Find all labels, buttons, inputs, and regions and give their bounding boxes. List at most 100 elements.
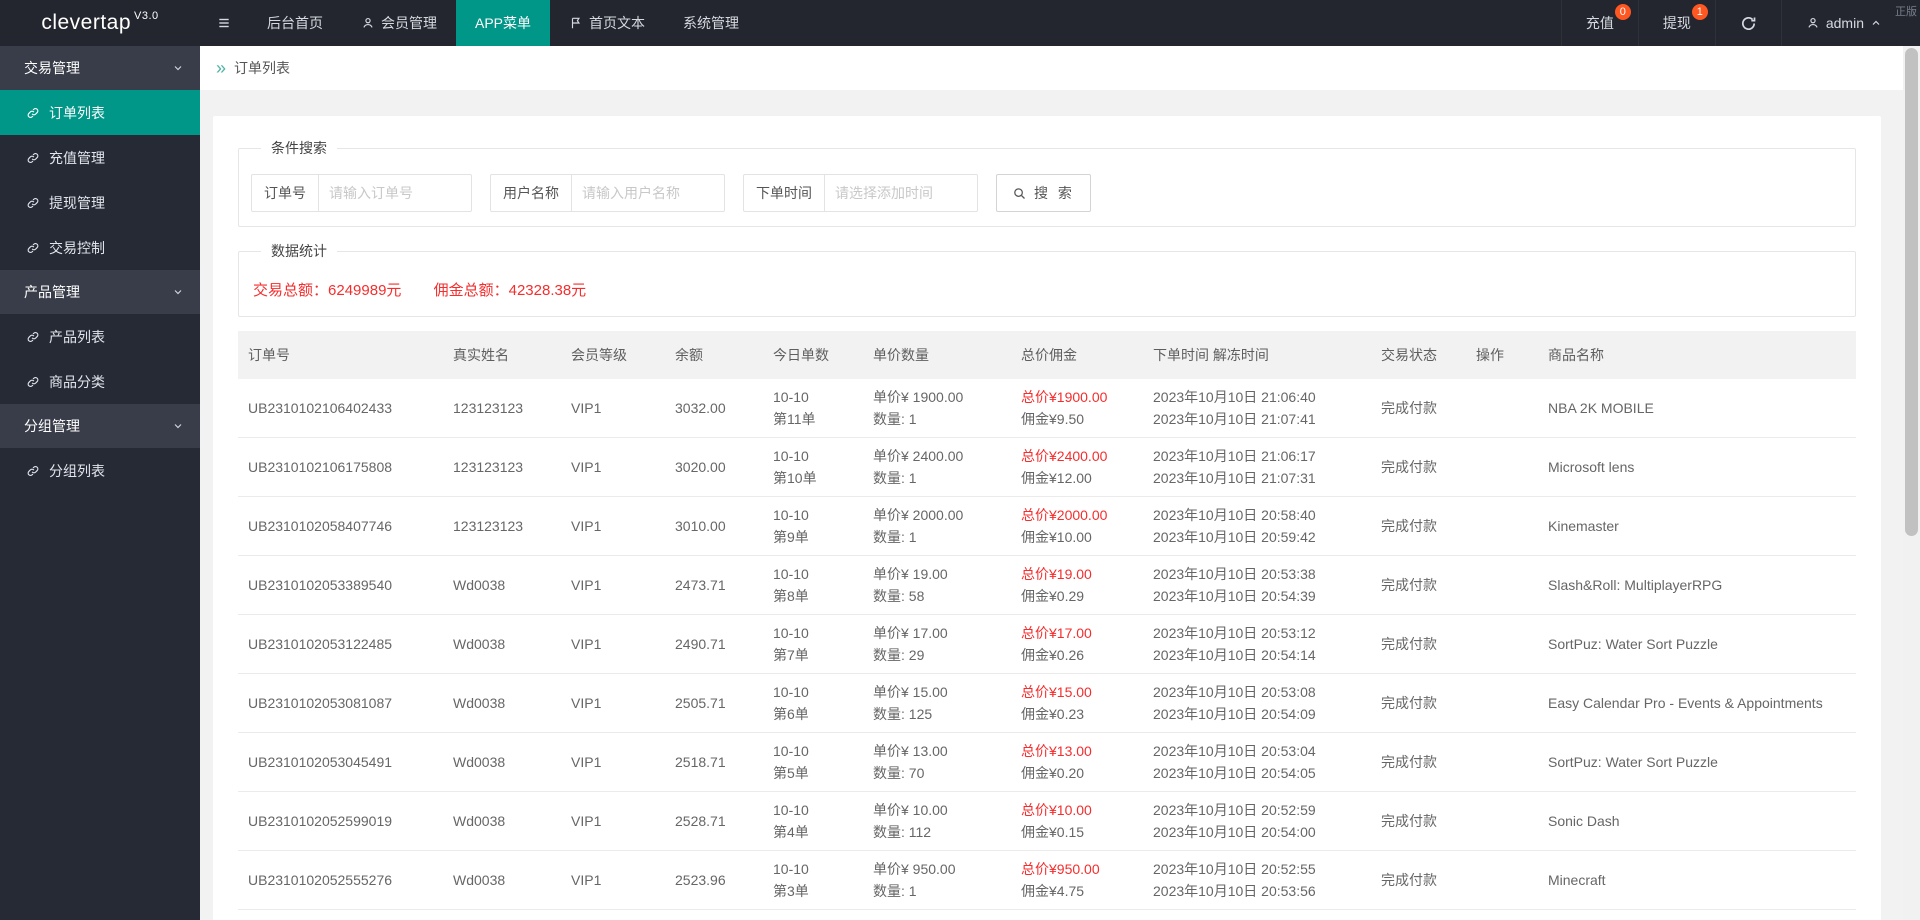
cell-total-commission: 总价¥2000.00 佣金¥10.00 (1011, 496, 1143, 556)
nav-item-app-menu[interactable]: APP菜单 (456, 0, 551, 46)
cell-real-name: Wd0038 (443, 555, 561, 615)
nav-item-system[interactable]: 系统管理 (664, 0, 758, 46)
menu-group-trade[interactable]: 交易管理 (0, 46, 200, 90)
cell-price-quantity: 单价¥ 1900.00 数量: 1 (863, 379, 1011, 438)
link-icon (26, 151, 40, 165)
username-input[interactable] (572, 175, 724, 211)
cell-vip-level: VIP1 (561, 909, 665, 920)
cell-balance: 2505.71 (665, 673, 763, 733)
cell-status: 完成付款 (1371, 614, 1466, 674)
trade-total-value: 6249989元 (328, 282, 402, 299)
cell-action (1466, 673, 1538, 733)
sidebar-item-product-list[interactable]: 产品列表 (0, 314, 200, 359)
sidebar-item-trade-control[interactable]: 交易控制 (0, 225, 200, 270)
menu-group-grouping[interactable]: 分组管理 (0, 404, 200, 448)
column-header: 总价佣金 (1011, 331, 1143, 379)
content-card: 条件搜索 订单号 用户名称 下单时间 搜 索 数据统计 (213, 116, 1881, 920)
cell-total-commission: 总价¥950.00 佣金¥4.75 (1011, 850, 1143, 910)
withdraw-button[interactable]: 提现 1 (1637, 0, 1715, 46)
nav-item-members[interactable]: 会员管理 (342, 0, 456, 46)
cell-action (1466, 909, 1538, 920)
table-row: UB2310102058407746 123123123 VIP1 3010.0… (238, 496, 1856, 556)
cell-today-orders: 10-10 第3单 (763, 850, 863, 910)
stats-legend: 数据统计 (271, 243, 327, 259)
cell-total-commission: 总价¥2400.00 佣金¥12.00 (1011, 437, 1143, 497)
chevron-up-icon (1870, 17, 1882, 29)
order-no-field-group: 订单号 (251, 174, 472, 212)
cell-today-orders: 10-10 第11单 (763, 379, 863, 438)
scrollbar-thumb[interactable] (1905, 48, 1918, 536)
cell-balance: 2528.71 (665, 791, 763, 851)
menu-group-product[interactable]: 产品管理 (0, 270, 200, 314)
cell-status: 完成付款 (1371, 791, 1466, 851)
cell-status: 完成付款 (1371, 496, 1466, 556)
corner-watermark: 正版 (1895, 6, 1917, 18)
cell-real-name: Wd0038 (443, 791, 561, 851)
sidebar-item-recharge-mgmt[interactable]: 充值管理 (0, 135, 200, 180)
top-navbar: clevertapV3.0 后台首页 会员管理 APP菜单 首页文本 系统管理 (0, 0, 1920, 46)
cell-real-name: 123123123 (443, 379, 561, 438)
cell-action (1466, 496, 1538, 556)
sidebar-toggle-button[interactable] (200, 0, 248, 46)
column-header: 余额 (665, 331, 763, 379)
search-button[interactable]: 搜 索 (996, 174, 1091, 212)
cell-product: SortPuz: Water Sort Puzzle (1538, 614, 1856, 674)
cell-status: 完成付款 (1371, 909, 1466, 920)
cell-product: NBA 2K MOBILE (1538, 379, 1856, 438)
cell-times: 2023年10月10日 21:06:17 2023年10月10日 21:07:31 (1143, 437, 1371, 497)
user-icon (361, 16, 375, 30)
scrollbar-track[interactable] (1903, 46, 1920, 920)
cell-order-no: UB2310102052506800 (238, 909, 443, 920)
flag-icon (569, 16, 583, 30)
link-icon (26, 375, 40, 389)
nav-item-home-text[interactable]: 首页文本 (550, 0, 664, 46)
cell-product: Sonic Dash (1538, 791, 1856, 851)
table-row: UB2310102053081087 Wd0038 VIP1 2505.71 1… (238, 673, 1856, 733)
page-title: 订单列表 (234, 60, 291, 76)
username-field-group: 用户名称 (490, 174, 725, 212)
cell-today-orders: 10-10 第10单 (763, 437, 863, 497)
nav-item-dashboard[interactable]: 后台首页 (248, 0, 342, 46)
user-menu[interactable]: admin (1780, 0, 1906, 46)
cell-action (1466, 379, 1538, 438)
cell-balance: 2518.71 (665, 732, 763, 792)
sidebar-item-product-category[interactable]: 商品分类 (0, 359, 200, 404)
search-icon (1012, 186, 1027, 201)
cell-times: 2023年10月10日 20:53:12 2023年10月10日 20:54:14 (1143, 614, 1371, 674)
cell-action (1466, 614, 1538, 674)
order-no-input[interactable] (319, 175, 471, 211)
stats-line: 交易总额：6249989元 佣金总额：42328.38元 (251, 273, 1843, 302)
cell-total-commission: 总价¥1200.00佣金¥6.00 (1011, 909, 1143, 920)
table-row: UB2310102053045491 Wd0038 VIP1 2518.71 1… (238, 732, 1856, 792)
breadcrumb-chevrons-icon: » (216, 58, 227, 78)
recharge-button[interactable]: 充值 0 (1560, 0, 1638, 46)
table-row: UB2310102052555276 Wd0038 VIP1 2523.96 1… (238, 850, 1856, 910)
cell-status: 完成付款 (1371, 437, 1466, 497)
sidebar-item-group-list[interactable]: 分组列表 (0, 448, 200, 493)
cell-real-name: Wd0038 (443, 614, 561, 674)
order-time-input[interactable] (825, 175, 977, 211)
withdraw-badge: 1 (1691, 4, 1708, 20)
table-row: UB2310102053389540 Wd0038 VIP1 2473.71 1… (238, 555, 1856, 615)
cell-times: 2023年10月10日 20:53:08 2023年10月10日 20:54:09 (1143, 673, 1371, 733)
top-menu: 后台首页 会员管理 APP菜单 首页文本 系统管理 (200, 0, 758, 46)
sidebar-item-withdraw-mgmt[interactable]: 提现管理 (0, 180, 200, 225)
sidebar-item-order-list[interactable]: 订单列表 (0, 90, 200, 135)
cell-order-no: UB2310102106175808 (238, 437, 443, 497)
cell-order-no: UB2310102106402433 (238, 379, 443, 438)
cell-today-orders: 10-10 第7单 (763, 614, 863, 674)
cell-vip-level: VIP1 (561, 614, 665, 674)
cell-status: 完成付款 (1371, 379, 1466, 438)
cell-status: 完成付款 (1371, 673, 1466, 733)
cell-today-orders: 10-10 第4单 (763, 791, 863, 851)
table-row: UB2310102053122485 Wd0038 VIP1 2490.71 1… (238, 614, 1856, 674)
cell-status: 完成付款 (1371, 850, 1466, 910)
user-icon (1806, 16, 1820, 30)
cell-total-commission: 总价¥19.00 佣金¥0.29 (1011, 555, 1143, 615)
cell-real-name: 123123123 (443, 496, 561, 556)
refresh-button[interactable] (1714, 0, 1781, 46)
recharge-badge: 0 (1614, 4, 1631, 20)
order-table-head-row: 订单号 真实姓名 会员等级 余额 今日单数 单价数量 总价佣金 下单时间 解冻时间 交易状态 操作… (238, 331, 1856, 379)
cell-price-quantity: 单价¥ 10.00 数量: 112 (863, 791, 1011, 851)
cell-vip-level: VIP1 (561, 850, 665, 910)
